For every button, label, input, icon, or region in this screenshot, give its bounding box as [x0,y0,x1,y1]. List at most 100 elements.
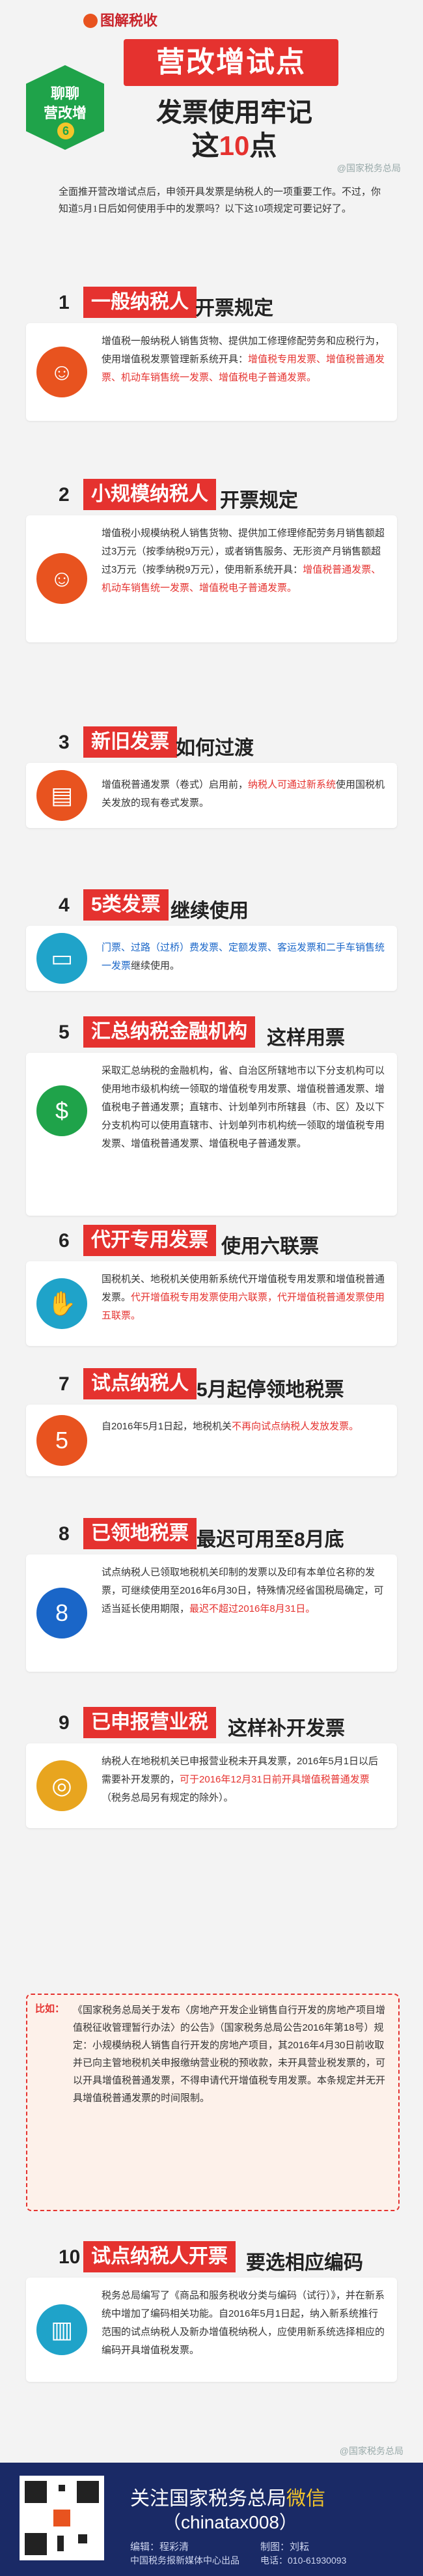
subtitle2-post: 点 [249,130,277,161]
ticket-icon: ▭ [36,933,87,984]
footer: 关注国家税务总局微信 （chinatax008） 编辑：程彩清 制图：刘耘 中国… [0,2463,423,2576]
follow-text-main: 关注国家税务总局 [130,2488,286,2510]
section-number: 2 [59,484,70,506]
section-card: ◎ 纳税人在地税机关已申报营业税未开具发票，2016年5月1日以后需要补开发票的… [26,1743,397,1828]
section-8: 8 已领地税票 最迟可用至8月底 8 试点纳税人已领取地税机关印制的发票以及印有… [26,1518,397,1672]
wechat-id: （chinatax008） [163,2512,298,2532]
header: 图解税收 聊聊 营改增 6 营改增试点 发票使用牢记 这10点 @国家税务总局 [0,0,423,173]
intro-text: 全面推开营改增试点后，申领开具发票是纳税人的一项重要工作。不过，你知道5月1日后… [59,187,381,214]
title-banner: 营改增试点 [124,39,338,86]
section-tag: 小规模纳税人 [83,479,216,510]
badge-number: 6 [57,122,74,139]
section-highlight: 最迟不超过2016年8月31日。 [189,1603,316,1614]
subtitle-2: 这10点 [130,124,338,164]
tax-seal-icon: ◎ [36,1760,87,1811]
badge-line2: 营改增 [43,105,87,121]
section-1: 1 一般纳税人 开票规定 ☺ 增值税一般纳税人销售货物、提供加工修理修配劳务和应… [26,287,397,421]
section-header: 1 一般纳税人 开票规定 [26,287,397,323]
section-number: 8 [59,1523,70,1545]
qr-code[interactable] [20,2476,104,2560]
section-tag: 已领地税票 [83,1518,197,1549]
section-tag: 代开专用发票 [83,1225,216,1256]
section-number: 9 [59,1712,70,1734]
section-title: 开票规定 [195,298,273,319]
section-number: 3 [59,732,70,753]
maker-credit: 制图：刘耘 [260,2541,310,2553]
section-highlight: 不再向试点纳税人发放发票。 [232,1421,359,1432]
note-text: 《国家税务总局关于发布〈房地产开发企业销售自行开发的房地产项目增值税征收管理暂行… [73,2005,386,2104]
section-card: ☺ 增值税小规模纳税人销售货物、提供加工修理修配劳务月销售额超过3万元（按季纳税… [26,515,397,642]
section-title: 最迟可用至8月底 [197,1529,344,1551]
section-10: 10 试点纳税人开票 要选相应编码 ▥ 税务总局编写了《商品和服务税收分类与编码… [26,2241,397,2382]
section-header: 9 已申报营业税 这样补开发票 [26,1707,397,1743]
section-card: 8 试点纳税人已领取地税机关印制的发票以及印有本单位名称的发票，可继续使用至20… [26,1554,397,1672]
subtitle2-pre: 这 [191,130,219,161]
section-number: 1 [59,292,70,313]
section-title: 要选相应编码 [246,2252,363,2274]
section-4: 4 5类发票 继续使用 ▭ 门票、过路（过桥）费发票、定额发票、客运发票和二手车… [26,889,397,991]
person-icon: ☺ [36,347,87,397]
section-tag: 一般纳税人 [83,287,197,318]
note-label: 比如： [35,2003,65,2014]
section-card: 5 自2016年5月1日起，地税机关不再向试点纳税人发放发票。 [26,1405,397,1476]
section-highlight: 代开增值税专用发票使用六联票，代开增值税普通发票使用五联票。 [102,1292,385,1321]
brand-dot-icon [83,14,98,28]
calendar-8-icon: 8 [36,1588,87,1639]
section-title: 5月起停领地税票 [197,1379,344,1401]
section-number: 6 [59,1230,70,1252]
follow-text: 关注国家税务总局微信 [130,2482,325,2511]
section-number: 5 [59,1022,70,1043]
section-tag: 试点纳税人开票 [83,2241,236,2272]
section-header: 7 试点纳税人 5月起停领地税票 [26,1368,397,1405]
section-header: 4 5类发票 继续使用 [26,889,397,926]
section-title: 开票规定 [220,490,298,511]
infographic-page: 图解税收 聊聊 营改增 6 营改增试点 发票使用牢记 这10点 @国家税务总局 … [0,0,423,2576]
page-title: 营改增试点 [156,46,306,78]
section-highlight: 纳税人可通过新系统 [248,779,336,790]
person-icon: ☺ [36,553,87,604]
follow-text-highlight: 微信 [286,2488,325,2510]
section-text: 继续使用。 [131,960,180,971]
section-card: ▤ 增值税普通发票（卷式）启用前，纳税人可通过新系统使用国税机关发放的现有卷式发… [26,763,397,828]
section-header: 6 代开专用发票 使用六联票 [26,1225,397,1261]
section-card: ☺ 增值税一般纳税人销售货物、提供加工修理修配劳务和应税行为，使用增值税发票管理… [26,323,397,421]
section-5: 5 汇总纳税金融机构 这样用票 $ 采取汇总纳税的金融机构，省、自治区所辖地市以… [26,1016,397,1216]
section-header: 10 试点纳税人开票 要选相应编码 [26,2241,397,2278]
badge-line1: 聊聊 [50,85,79,102]
section-title: 如何过渡 [176,737,254,759]
section-tag: 已申报营业税 [83,1707,216,1738]
section-header: 2 小规模纳税人 开票规定 [26,479,397,515]
section-text: 税务总局编写了《商品和服务税收分类与编码（试行）》，并在新系统中增加了编码相关功… [102,2290,385,2356]
section-tag: 试点纳税人 [83,1368,197,1399]
section-7: 7 试点纳税人 5月起停领地税票 5 自2016年5月1日起，地税机关不再向试点… [26,1368,397,1476]
money-icon: $ [36,1085,87,1136]
section-card: $ 采取汇总纳税的金融机构，省、自治区所辖地市以下分支机构可以使用地市级机构统一… [26,1053,397,1216]
handshake-icon: ✋ [36,1278,87,1329]
section-header: 8 已领地税票 最迟可用至8月底 [26,1518,397,1554]
series-badge: 聊聊 营改增 6 [26,65,104,150]
subtitle2-num: 10 [219,130,250,161]
section-number: 10 [59,2246,81,2268]
watermark: @国家税务总局 [336,163,401,173]
section-header: 5 汇总纳税金融机构 这样用票 [26,1016,397,1053]
section-tag: 新旧发票 [83,726,177,758]
section-highlight: 可于2016年12月31日前开具增值税普通发票 [180,1774,370,1785]
section-6: 6 代开专用发票 使用六联票 ✋ 国税机关、地税机关使用新系统代开增值税专用发票… [26,1225,397,1346]
barcode-icon: ▥ [36,2304,87,2355]
brand-text: 图解税收 [100,12,158,29]
section-number: 4 [59,894,70,916]
section-card: ▭ 门票、过路（过桥）费发票、定额发票、客运发票和二手车销售统一发票继续使用。 [26,926,397,991]
section-text: 自2016年5月1日起，地税机关 [102,1421,232,1432]
section-number: 7 [59,1373,70,1395]
section-9: 9 已申报营业税 这样补开发票 ◎ 纳税人在地税机关已申报营业税未开具发票，20… [26,1707,397,1828]
section-text-2: （税务总局另有规定的除外）。 [102,1792,234,1803]
section-header: 3 新旧发票 如何过渡 [26,726,397,763]
section-tag: 5类发票 [83,889,169,921]
section-title: 使用六联票 [221,1236,319,1257]
section-title: 这样补开发票 [228,1718,345,1739]
section-text: 增值税普通发票（卷式）启用前， [102,779,249,790]
phone-credit: 电话：010-61930093 [260,2555,347,2566]
section-card: ✋ 国税机关、地税机关使用新系统代开增值税专用发票和增值税普通发票。代开增值税专… [26,1261,397,1346]
section-title: 这样用票 [267,1027,345,1049]
section-title: 继续使用 [171,900,249,922]
